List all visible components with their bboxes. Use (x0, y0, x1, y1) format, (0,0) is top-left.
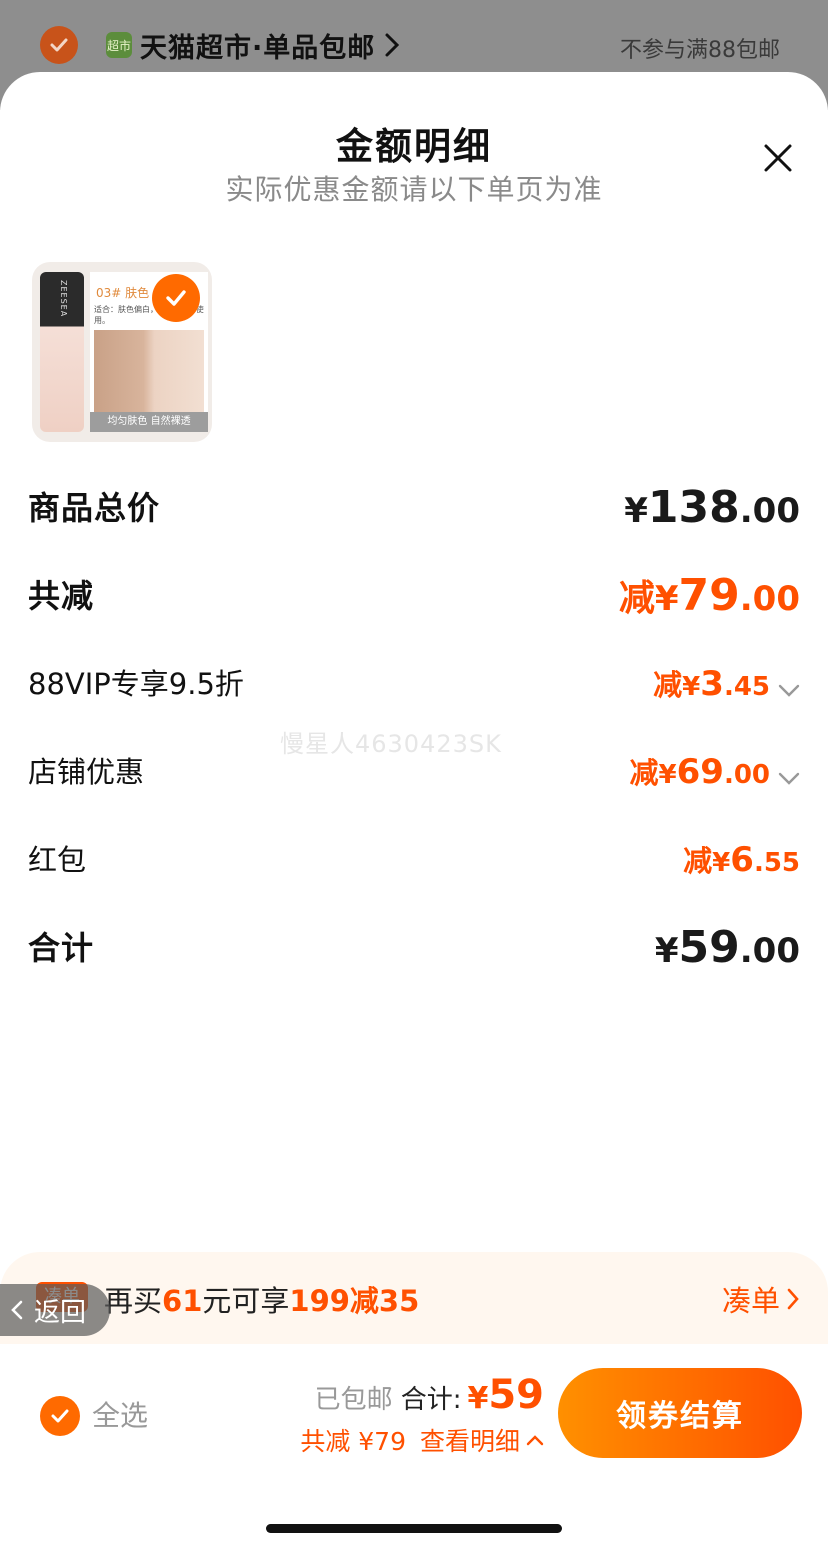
amount-int: 3 (700, 664, 724, 704)
amount-dec: .00 (739, 579, 800, 619)
total-label: 合计 (28, 929, 95, 967)
amount-int: 6 (730, 840, 754, 880)
amount-dec: .45 (723, 672, 770, 702)
product-shade: 03# 肤色 (96, 286, 150, 300)
total-value: ¥59.00 (655, 918, 800, 987)
add-on-link-label: 凑单 (721, 1284, 780, 1318)
product-brand: ZEESEA (59, 280, 68, 318)
chevron-right-icon (385, 33, 400, 57)
chevron-up-icon (526, 1435, 544, 1446)
saved-amount: 共减 ¥79 (300, 1427, 406, 1456)
vip-discount-row[interactable]: 88VIP专享9.5折 减¥3.45 (28, 654, 800, 714)
add-on-link[interactable]: 凑单 (722, 1278, 800, 1320)
subtotal-row: 商品总价 ¥138.00 (28, 478, 800, 538)
amount-int: 59 (678, 922, 740, 973)
shipping-status: 已包邮 (314, 1385, 393, 1415)
currency-symbol: ¥ (654, 579, 679, 619)
amount-dec: .00 (739, 491, 800, 531)
amount-int: 79 (678, 570, 740, 621)
promo-text-mid: 元可享 (202, 1284, 290, 1318)
currency-symbol: ¥ (658, 760, 677, 790)
total-summary: 已包邮 合计: ¥59 (315, 1372, 544, 1418)
currency-symbol: ¥ (654, 931, 679, 971)
subtotal-label: 商品总价 (28, 489, 161, 527)
home-indicator (266, 1524, 562, 1533)
currency-symbol: ¥ (467, 1381, 489, 1416)
red-packet-label: 红包 (28, 843, 87, 877)
currency-symbol: ¥ (624, 491, 648, 531)
promo-deal: 199减35 (289, 1284, 420, 1318)
promo-text: 再买61元可享199减35 (104, 1278, 419, 1320)
sheet-subtitle: 实际优惠金额请以下单页为准 (225, 173, 603, 206)
amount-dec: .55 (753, 848, 800, 878)
vip-discount-value: 减¥3.45 (653, 654, 800, 720)
amount-int: 138 (647, 482, 740, 533)
amount-dec: .00 (723, 760, 770, 790)
checkout-button[interactable]: 领券结算 (558, 1368, 802, 1458)
sheet-title: 金额明细 (336, 125, 492, 168)
promo-amount: 61 (162, 1284, 203, 1318)
store-name[interactable]: 天猫超市·单品包邮 (140, 26, 375, 65)
total-discount-label: 共减 (28, 577, 95, 615)
vip-discount-label: 88VIP专享9.5折 (28, 667, 244, 701)
subtotal-value: ¥138.00 (624, 478, 800, 547)
currency-symbol: ¥ (682, 672, 701, 702)
check-icon (50, 38, 68, 52)
amount-dec: .00 (739, 931, 800, 971)
back-button[interactable]: 返回 (0, 1284, 110, 1336)
back-button-label: 返回 (34, 1297, 87, 1328)
shipping-note: 不参与满88包邮 (620, 38, 780, 63)
amount-int: 69 (676, 752, 724, 792)
view-detail-link[interactable]: 查看明细 (420, 1422, 520, 1458)
total-amount: 59 (488, 1372, 544, 1418)
store-checkbox[interactable] (40, 26, 78, 64)
red-packet-value: 减¥6.55 (683, 830, 800, 896)
total-discount-row: 共减 减¥79.00 (28, 566, 800, 626)
store-discount-label: 店铺优惠 (28, 755, 145, 789)
red-packet-row: 红包 减¥6.55 (28, 830, 800, 890)
check-icon (51, 1409, 69, 1423)
chevron-down-icon[interactable] (778, 772, 800, 786)
chevron-right-icon (787, 1288, 799, 1310)
total-discount-value: 减¥79.00 (619, 566, 800, 635)
select-all-checkbox[interactable] (40, 1396, 80, 1436)
tmall-supermarket-logo-icon: 超市 (106, 32, 132, 58)
discount-prefix: 减 (618, 578, 655, 619)
store-discount-value: 减¥69.00 (630, 742, 801, 808)
chevron-down-icon[interactable] (778, 684, 800, 698)
discount-prefix: 减 (629, 756, 659, 790)
product-thumbnail[interactable]: ZEESEA 03# 肤色 适合：肤色偏白，实…的MM使用。 均匀肤色 自然裸透 (32, 262, 212, 442)
select-all-label[interactable]: 全选 (92, 1396, 148, 1436)
discount-prefix: 减 (653, 668, 683, 702)
checkout-bar: 全选 已包邮 合计: ¥59 共减 ¥79 查看明细 领券结算 (0, 1344, 828, 1548)
savings-summary[interactable]: 共减 ¥79 查看明细 (300, 1422, 544, 1458)
currency-symbol: ¥ (712, 848, 731, 878)
promo-text-pre: 再买 (104, 1284, 163, 1318)
product-selected-checkbox[interactable] (152, 274, 200, 322)
total-row: 合计 ¥59.00 (28, 918, 800, 978)
watermark: 慢星人4630423SK (280, 730, 502, 758)
close-icon[interactable] (758, 138, 798, 178)
add-on-promo-bar: 凑单 再买61元可享199减35 凑单 (0, 1252, 828, 1344)
check-icon (166, 290, 186, 306)
chevron-left-icon (11, 1300, 23, 1320)
product-caption: 均匀肤色 自然裸透 (90, 412, 208, 432)
discount-prefix: 减 (683, 844, 713, 878)
total-label: 合计: (400, 1385, 462, 1415)
skin-swatch-image (94, 330, 204, 414)
